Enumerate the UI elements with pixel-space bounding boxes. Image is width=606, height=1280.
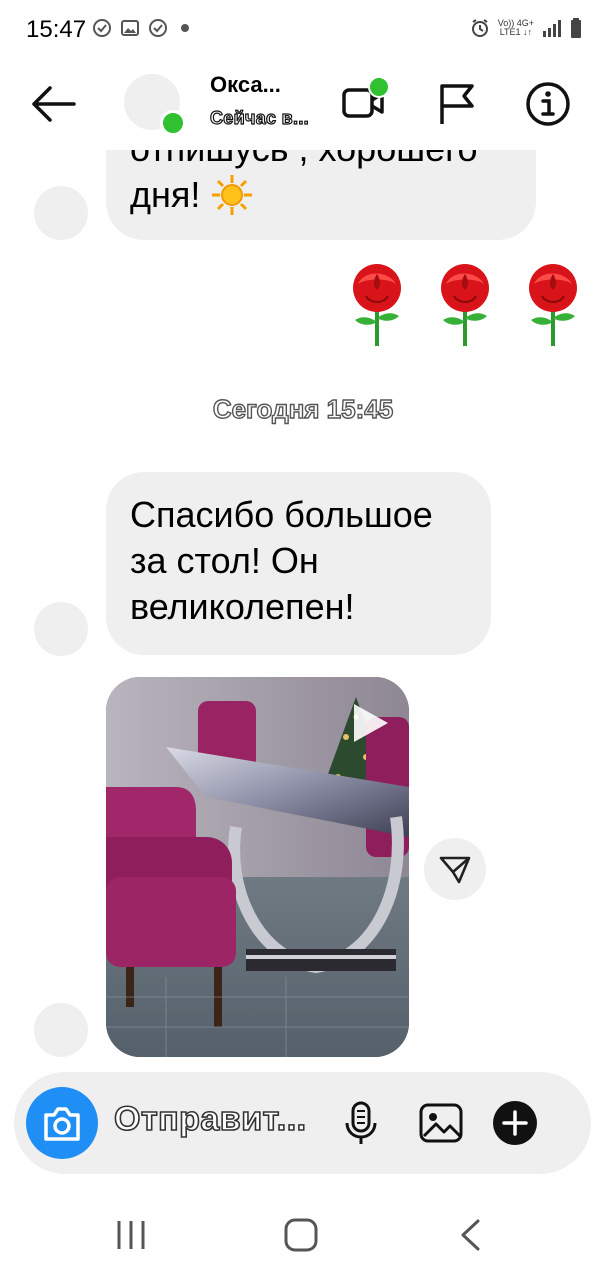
check-circle-icon [93,19,111,37]
sender-avatar[interactable] [34,186,88,240]
chat-header: Окса... Сейчас в... [0,60,606,150]
microphone-icon[interactable] [336,1098,386,1148]
system-nav-bar [0,1190,606,1280]
battery-icon [571,18,581,38]
status-right-icons: Vo)) 4G+ LTE1 ↓↑ [470,18,582,38]
back-arrow-icon[interactable] [30,84,76,124]
recent-apps-icon[interactable] [114,1218,148,1252]
message-bubble[interactable]: Спасибо большое за стол! Он великолепен! [106,472,491,655]
share-button[interactable] [424,838,486,900]
message-composer: Отправит... [14,1072,591,1174]
home-icon[interactable] [282,1216,320,1254]
roses-message[interactable] [348,262,582,348]
camera-button[interactable] [26,1087,98,1159]
video-online-dot [368,76,390,98]
send-icon [439,856,471,884]
contact-name[interactable]: Окса... [210,72,281,98]
chat-timestamp: Сегодня 15:45 [212,393,394,424]
status-time: 15:47 [26,16,87,43]
network-indicator: Vo)) 4G+ LTE1 ↓↑ [498,19,534,37]
info-icon[interactable] [522,78,574,130]
add-icon[interactable] [490,1098,540,1148]
gallery-icon[interactable] [416,1098,466,1148]
status-bar: 15:47 Vo)) 4G+ LTE1 ↓↑ [0,0,606,60]
video-message[interactable] [106,677,409,1057]
status-left-icons [92,18,194,38]
camera-icon [44,1107,80,1141]
dot-icon [181,24,189,32]
message-prev-text: дня! [130,174,201,215]
signal-icon [543,20,561,37]
alarm-icon [471,19,488,37]
message-line: за стол! Он [130,540,319,581]
message-text: Спасибо большое за стол! Он великолепен! [130,492,433,630]
sender-avatar[interactable] [34,602,88,656]
rose-icon [353,264,401,346]
message-input[interactable]: Отправит... [113,1099,307,1139]
rose-icon [441,264,489,346]
online-indicator [160,110,186,136]
sun-emoji-icon [212,175,253,215]
message-line: Спасибо большое [130,494,433,535]
contact-status: Сейчас в... [209,107,309,128]
gallery-icon [121,20,139,36]
flag-icon[interactable] [432,78,484,130]
message-prev-end: дня! [130,172,254,218]
play-icon[interactable] [350,701,390,745]
network-bottom-label: LTE1 ↓↑ [499,27,533,37]
rose-icon [529,264,577,346]
check-circle-icon [149,19,167,37]
sender-avatar[interactable] [34,1003,88,1057]
message-line: великолепен! [130,586,355,627]
back-nav-icon[interactable] [456,1218,486,1252]
